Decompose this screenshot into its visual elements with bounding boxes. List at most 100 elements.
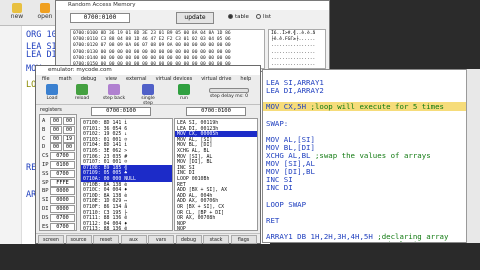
line-gutter xyxy=(0,26,22,270)
toolbar-single-button[interactable]: single step xyxy=(136,84,160,106)
code-text: MOV CX,5H xyxy=(266,102,311,112)
register-si: SI 0000 xyxy=(42,196,76,205)
menu-virtual-devices[interactable]: virtual devices xyxy=(156,76,193,82)
menu-file[interactable]: file xyxy=(42,76,50,82)
toolbar-reload-button[interactable]: reload xyxy=(70,84,94,103)
code-text: INC DI xyxy=(266,183,293,193)
radio-list-label: list xyxy=(263,14,272,20)
source-line: INC DI xyxy=(266,183,293,192)
radio-list[interactable]: list xyxy=(256,14,271,20)
register-sp: SP FFFE xyxy=(42,178,76,188)
memory-address-field[interactable]: 0700:0100 xyxy=(91,107,151,116)
toolbar-button-label: single step xyxy=(141,96,155,106)
emulator-menu: file math debug view external virtual devices… xyxy=(36,75,260,83)
register-name: DS xyxy=(42,214,49,221)
emulator-toolbar: Load reload step back single step run step de… xyxy=(36,83,260,106)
register-cs: CS 0700 xyxy=(42,152,76,161)
register-value[interactable]: 0700 xyxy=(50,222,75,231)
register-value[interactable]: 0700 xyxy=(50,169,75,178)
memory-dump-list[interactable]: 07100: 8D 141 ì 07101: 36 054 6 07102: 19 … xyxy=(80,118,173,231)
registers-label: registers xyxy=(40,107,62,113)
open-icon xyxy=(40,3,50,13)
memory-hex-grid: 0700:0100 8D 36 19 01 8D 3E 23 01 B9 05 … xyxy=(70,29,265,69)
register-value[interactable]: 0000 xyxy=(50,196,75,205)
source-editor[interactable]: LEA SI,ARRAY1 LEA DI,ARRAY2 MOV CX,5H ;loo… xyxy=(262,69,480,243)
toolbar-load-button[interactable]: Load xyxy=(40,84,64,103)
register-value[interactable]: 0100 xyxy=(50,161,75,169)
code-comment: ;declaring array xyxy=(382,240,453,242)
disassembly-list[interactable]: LEA SI, 00119h LEA DI, 00123h MOV CX, 0000… xyxy=(174,118,258,231)
toolbar-button-label: run xyxy=(180,96,188,101)
code-text: LEA DI,ARRAY2 xyxy=(266,86,324,96)
dump-line[interactable]: 07113: 88 136 ê xyxy=(83,226,127,230)
register-value[interactable]: 0000 xyxy=(50,187,75,196)
toolbar-step-button[interactable]: step delay ms: 0 xyxy=(202,84,256,103)
radio-table[interactable]: table xyxy=(228,14,249,20)
menu-math[interactable]: math xyxy=(59,76,72,82)
register-name: C xyxy=(42,135,46,142)
new-icon xyxy=(12,3,22,13)
emulator-title: emulator: mycode.com xyxy=(36,66,260,75)
menu-external[interactable]: external xyxy=(126,76,147,82)
register-low[interactable]: 00 xyxy=(63,125,75,134)
register-d: D 00 00 xyxy=(42,143,76,152)
register-value[interactable]: 0700 xyxy=(50,152,75,161)
memory-ascii-grid: Ì6..Ì>#.╣..è.è.å ├ê.ê.FGΓ≥├..............… xyxy=(268,29,326,69)
run-icon xyxy=(178,84,190,95)
disasm-line[interactable]: NOP xyxy=(177,226,186,230)
register-name: A xyxy=(42,118,46,124)
ascii-row: ................ xyxy=(271,43,316,49)
toolbar-button-label: step back xyxy=(102,96,126,101)
register-low[interactable]: 19 xyxy=(63,134,75,143)
vars-button[interactable]: vars xyxy=(148,235,174,244)
register-high[interactable]: 00 xyxy=(50,143,62,152)
ascii-row: ................ xyxy=(271,62,316,68)
register-high[interactable]: 00 xyxy=(50,134,62,143)
taskbar-area xyxy=(0,244,480,270)
source-line: RET xyxy=(266,216,279,225)
debug-button[interactable]: debug xyxy=(175,235,202,244)
code-comment: ;loop will execute for 5 times xyxy=(310,102,445,112)
code-text: ARRAY2 DB 6H,7H,8H,9H,10H xyxy=(266,240,382,242)
register-low[interactable]: 00 xyxy=(63,117,75,125)
register-value[interactable]: FFFE xyxy=(50,178,75,187)
source-line: LOOP SWAP xyxy=(266,200,306,209)
reset-button[interactable]: reset xyxy=(93,235,119,244)
source-line: ARRAY2 DB 6H,7H,8H,9H,10H ;declaring arr… xyxy=(266,240,453,242)
aux-button[interactable]: aux xyxy=(120,235,147,244)
register-name: CS xyxy=(42,153,49,160)
code-text: SWAP: xyxy=(266,118,289,128)
disasm-address-field[interactable]: 0700:0100 xyxy=(186,107,246,116)
register-value[interactable]: 0000 xyxy=(50,205,75,213)
stack-button[interactable]: stack xyxy=(203,235,229,244)
register-di: DI 0000 xyxy=(42,205,76,214)
toolbar-label: new xyxy=(10,13,24,20)
register-ip: IP 0100 xyxy=(42,161,76,170)
toolbar-button-label: Load xyxy=(46,96,58,101)
editor-scrollbar[interactable] xyxy=(466,69,480,243)
toolbar-button-label: reload xyxy=(74,96,90,101)
update-button[interactable]: update xyxy=(176,12,214,24)
toolbar-label: open xyxy=(37,13,53,20)
register-high[interactable]: 00 xyxy=(50,117,62,125)
register-name: IP xyxy=(42,162,49,168)
source-button[interactable]: source xyxy=(65,235,92,244)
reload-icon xyxy=(76,84,88,95)
toolbar-step-button[interactable]: step back xyxy=(102,84,126,103)
menu-debug[interactable]: debug xyxy=(81,76,97,82)
flags-button[interactable]: flags xyxy=(230,235,257,244)
register-value[interactable]: 0700 xyxy=(50,213,75,222)
screen-button[interactable]: screen xyxy=(38,235,64,244)
memory-address-input[interactable]: 0700:0100 xyxy=(70,13,130,23)
load-icon xyxy=(46,84,58,95)
menu-help[interactable]: help xyxy=(240,76,251,82)
toolbar-run-button[interactable]: run xyxy=(172,84,196,103)
menu-virtual-drive[interactable]: virtual drive xyxy=(201,76,231,82)
register-bp: BP 0000 xyxy=(42,187,76,196)
step-icon xyxy=(209,88,249,93)
register-name: B xyxy=(42,126,46,133)
register-low[interactable]: 00 xyxy=(63,143,75,152)
register-high[interactable]: 00 xyxy=(50,125,62,134)
menu-view[interactable]: view xyxy=(105,76,117,82)
toolbar-button-new[interactable]: new xyxy=(4,3,30,23)
